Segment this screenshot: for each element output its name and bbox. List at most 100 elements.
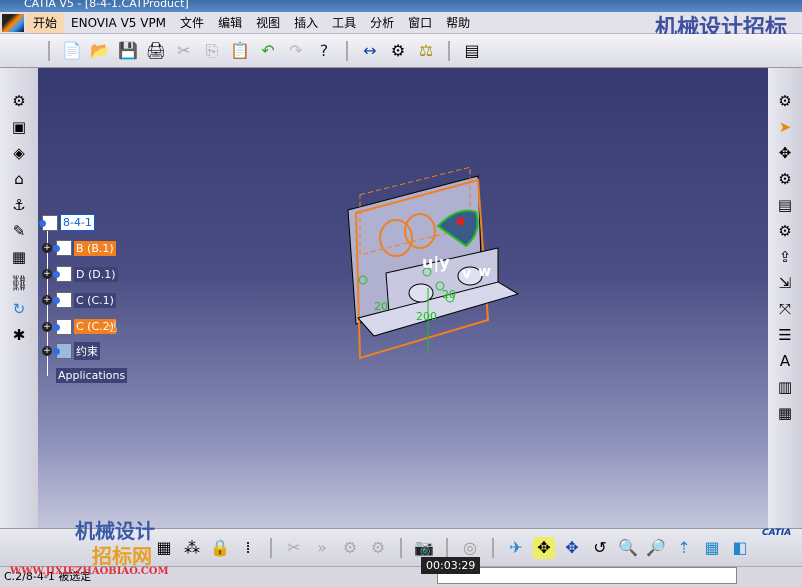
fit-all-icon[interactable]: ✥: [533, 536, 555, 559]
bill-of-material-icon[interactable]: ☰: [774, 324, 796, 346]
undo-icon[interactable]: ↶: [257, 40, 279, 62]
coincidence-icon[interactable]: ✎: [8, 220, 30, 242]
camera-icon[interactable]: 📷: [413, 537, 435, 559]
swap-icon[interactable]: ◎: [459, 537, 481, 559]
menu-window[interactable]: 窗口: [401, 13, 439, 33]
fix-constraint-icon[interactable]: ⚓: [8, 194, 30, 216]
menu-help[interactable]: 帮助: [439, 13, 477, 33]
catalog-icon[interactable]: ▤: [774, 194, 796, 216]
expand-icon[interactable]: +: [42, 321, 52, 332]
menu-view[interactable]: 视图: [249, 13, 287, 33]
zoom-out-icon[interactable]: 🔎: [645, 537, 667, 559]
expand-icon[interactable]: +: [42, 269, 52, 279]
annotation-icon[interactable]: A: [774, 350, 796, 372]
export-icon[interactable]: ⇪: [774, 246, 796, 268]
expand-icon[interactable]: +: [42, 346, 52, 356]
edit-icon[interactable]: ✂: [283, 537, 305, 559]
menu-enovia[interactable]: ENOVIA V5 VPM: [64, 13, 173, 33]
constraints-icon: [53, 343, 72, 359]
tree-item-label[interactable]: B (B.1): [74, 240, 116, 256]
multi-view-icon[interactable]: ▦: [701, 537, 723, 559]
catalog-icon[interactable]: ▤: [461, 40, 483, 62]
tree-root-label[interactable]: 8-4-1: [60, 214, 95, 231]
open-icon[interactable]: 📂: [89, 40, 111, 62]
copy-icon[interactable]: ⎘: [201, 40, 223, 62]
measure-inertia-icon[interactable]: ⚖: [415, 40, 437, 62]
explode-icon[interactable]: ⚙: [774, 168, 796, 190]
lock-icon[interactable]: 🔒: [209, 537, 231, 559]
publish-icon[interactable]: ⇲: [774, 272, 796, 294]
contact-icon[interactable]: ▦: [8, 246, 30, 268]
flexible-icon[interactable]: ⁞: [237, 537, 259, 559]
assembly-tool-icon[interactable]: ⚙: [8, 90, 30, 112]
watermark-url-bottom: WWW.JIXIEZHAOBIAO.COM: [10, 566, 169, 577]
tree-item-label[interactable]: 约束: [74, 342, 100, 360]
menu-tools[interactable]: 工具: [325, 13, 363, 33]
menu-file[interactable]: 文件: [173, 13, 211, 33]
table-icon[interactable]: ▦: [153, 537, 175, 559]
measure-between-icon[interactable]: ↔: [359, 40, 381, 62]
offset-icon[interactable]: ⛓: [8, 272, 30, 294]
3d-viewport[interactable]: u|y v w 20 20 200 ↗z: [38, 68, 774, 562]
new-icon[interactable]: 📄: [61, 40, 83, 62]
hand-cursor-icon: ☝: [107, 317, 118, 336]
menu-insert[interactable]: 插入: [287, 13, 325, 33]
command-input[interactable]: [437, 567, 737, 584]
next-icon[interactable]: »: [311, 537, 333, 559]
fast-multi-instantiation-icon[interactable]: ⁂: [181, 537, 203, 559]
measure-item-icon[interactable]: ⚙: [387, 40, 409, 62]
component2-icon[interactable]: ⚙: [367, 537, 389, 559]
tree-item-label[interactable]: D (D.1): [74, 266, 118, 282]
expand-icon[interactable]: +: [42, 295, 52, 305]
settings-icon[interactable]: ⚙: [774, 220, 796, 242]
tree-item-d1[interactable]: + D (D.1): [42, 266, 118, 282]
separator: [270, 537, 272, 558]
replace-component-icon[interactable]: ◈: [8, 142, 30, 164]
menu-edit[interactable]: 编辑: [211, 13, 249, 33]
tree-item-constraints[interactable]: + 约束: [42, 342, 100, 360]
reorder-icon[interactable]: ⌂: [8, 168, 30, 190]
tree-item-label[interactable]: Applications: [56, 368, 128, 383]
select-icon[interactable]: ➤: [774, 116, 796, 138]
rotate-icon[interactable]: ↺: [589, 537, 611, 559]
snap-icon[interactable]: ⤧: [774, 298, 796, 320]
component-icon[interactable]: ⚙: [339, 537, 361, 559]
normal-view-icon[interactable]: ⇡: [673, 537, 695, 559]
tree-item-label[interactable]: C (C.1): [74, 292, 116, 308]
multi-instantiate-icon[interactable]: ✱: [8, 324, 30, 346]
zoom-in-icon[interactable]: 🔍: [617, 537, 639, 559]
expand-icon[interactable]: +: [42, 243, 52, 253]
cut-icon[interactable]: ✂: [173, 40, 195, 62]
dof-label-v: v: [462, 266, 471, 282]
menu-start[interactable]: 开始: [26, 12, 65, 33]
tree-item-applications[interactable]: Applications: [56, 368, 128, 383]
separator: [448, 40, 450, 61]
manipulate-icon[interactable]: ✥: [774, 142, 796, 164]
redo-icon[interactable]: ↷: [285, 40, 307, 62]
tree-item-b1[interactable]: + B (B.1): [42, 240, 116, 256]
fly-mode-icon[interactable]: ✈: [505, 537, 527, 559]
tree-root[interactable]: 8-4-1: [39, 214, 95, 231]
update-icon[interactable]: ↻: [8, 298, 30, 320]
existing-component-icon[interactable]: ▣: [8, 116, 30, 138]
gear-icon[interactable]: ⚙: [774, 90, 796, 112]
assembly-model[interactable]: u|y v w 20 20 200: [38, 68, 768, 528]
separator: [346, 40, 348, 61]
tree-item-c2[interactable]: + C (C.2) ☝: [42, 317, 118, 336]
pan-icon[interactable]: ✥: [561, 537, 583, 559]
watermark-bottom: 招标网: [92, 544, 152, 568]
paste-icon[interactable]: 📋: [229, 40, 251, 62]
save-icon[interactable]: 💾: [117, 40, 139, 62]
menu-analyze[interactable]: 分析: [363, 13, 401, 33]
catia-brand: CATIA: [762, 528, 792, 538]
scene-icon[interactable]: ▥: [774, 376, 796, 398]
print-icon[interactable]: 🖨: [145, 40, 167, 62]
iso-view-icon[interactable]: ◧: [729, 537, 751, 559]
whats-this-icon[interactable]: ?: [313, 40, 335, 62]
catia-logo-icon[interactable]: [2, 13, 24, 32]
separator: [446, 537, 448, 558]
tree-item-c1[interactable]: + C (C.1): [42, 292, 116, 308]
constraint-label: 20: [442, 288, 456, 301]
generate-numbering-icon[interactable]: ▦: [774, 402, 796, 424]
separator: [48, 40, 50, 61]
